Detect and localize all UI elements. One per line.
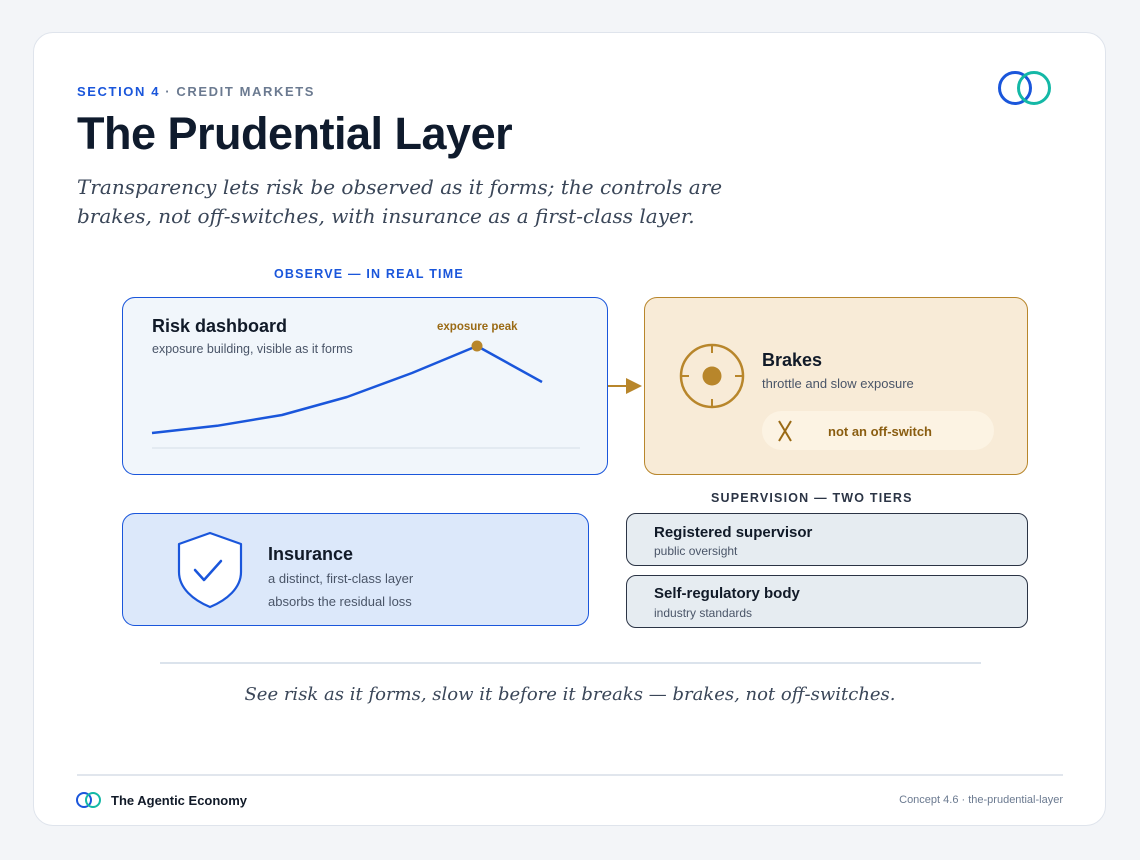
exposure-peak-point — [471, 340, 483, 352]
observe-label: OBSERVE — IN REAL TIME — [274, 267, 464, 281]
supervision-label: SUPERVISION — TWO TIERS — [711, 491, 913, 505]
section-eyebrow: SECTION 4 · CREDIT MARKETS — [77, 84, 315, 99]
cross-icon — [778, 420, 792, 442]
summary-quote: See risk as it forms, slow it before it … — [244, 684, 896, 705]
page-subtitle: Transparency lets risk be observed as it… — [77, 175, 723, 228]
tier-subtitle: industry standards — [654, 606, 753, 620]
page-title: The Prudential Layer — [77, 108, 513, 159]
footer-divider — [77, 774, 1063, 776]
off-switch-badge-label: not an off-switch — [828, 424, 932, 439]
exposure-line — [151, 344, 543, 435]
tier-title: Self-regulatory body — [654, 585, 800, 602]
insurance-title: Insurance — [268, 544, 354, 564]
exposure-sparkline — [151, 340, 580, 449]
arrow-right-icon — [608, 378, 642, 394]
section-number: SECTION 4 — [77, 84, 161, 99]
insurance-line-1: a distinct, first-class layer — [268, 571, 414, 586]
tier-subtitle: public oversight — [654, 544, 738, 558]
interlocking-rings-icon — [998, 71, 1051, 105]
footer-concept-id: Concept 4.6 · the-prudential-layer — [899, 794, 1063, 806]
section-category: · CREDIT MARKETS — [165, 84, 316, 99]
shield-check-icon — [177, 531, 243, 609]
brakes-subtitle: throttle and slow exposure — [762, 376, 914, 391]
tier-title: Registered supervisor — [654, 524, 813, 541]
insurance-line-2: absorbs the residual loss — [268, 594, 412, 609]
footer-brand: The Agentic Economy — [111, 793, 248, 808]
brakes-title: Brakes — [762, 350, 823, 370]
brake-gauge-icon — [679, 343, 745, 409]
divider — [160, 662, 981, 664]
brand-rings-icon — [76, 792, 101, 808]
